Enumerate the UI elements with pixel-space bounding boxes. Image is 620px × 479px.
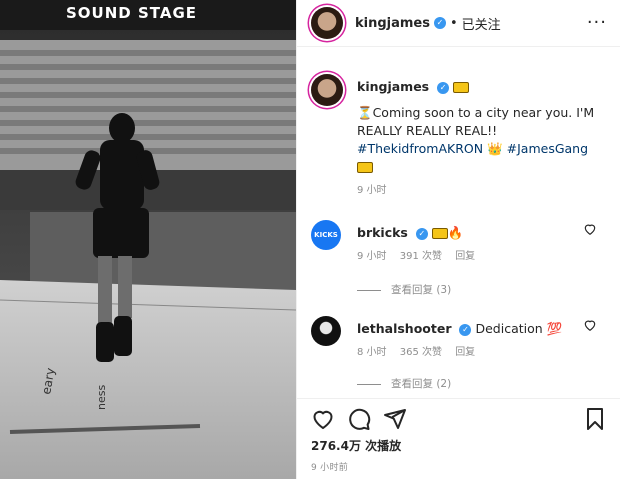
verified-icon: ✓ <box>434 17 446 29</box>
comment-likes[interactable]: 365 次赞 <box>400 347 442 358</box>
author-username[interactable]: kingjames <box>355 16 430 31</box>
caption-body: ⏳Coming soon to a city near you. I'M REA… <box>357 104 597 140</box>
verified-icon: ✓ <box>437 81 450 94</box>
verified-icon: ✓ <box>459 323 472 336</box>
replies-divider <box>357 383 381 385</box>
hashtag-link[interactable]: #JamesGang <box>507 141 588 156</box>
venue-sign-text: SOUND STAGE <box>66 4 197 22</box>
comment-icon[interactable] <box>347 407 371 431</box>
caption-emoji <box>357 158 597 176</box>
caption-text: Coming soon to a city near you. I'M REAL… <box>357 105 595 138</box>
heart-outline-icon[interactable] <box>583 222 597 236</box>
verified-icon: ✓ <box>415 227 428 240</box>
heart-icon[interactable] <box>311 407 335 431</box>
comment-meta: 9 小时 391 次赞 回复 <box>357 248 597 266</box>
commenter-avatar[interactable]: KICKS <box>311 220 341 250</box>
comment-body: brkicks ✓ 🔥 9 小时 391 次赞 回复 <box>357 224 597 266</box>
comment-meta: 8 小时 365 次赞 回复 <box>357 344 597 362</box>
commenter-username[interactable]: brkicks <box>357 225 408 240</box>
replies-divider <box>357 289 381 291</box>
muscle-icon: 💯 <box>546 321 563 336</box>
bookmark-icon[interactable] <box>583 407 607 431</box>
view-replies-label: 查看回复 (2) <box>391 378 452 390</box>
commenter-username[interactable]: lethalshooter <box>357 321 452 336</box>
comment-item: lethalshooter ✓ Dedication 💯 8 小时 365 次赞… <box>311 316 611 386</box>
crown-icon: 👑 <box>487 141 503 156</box>
reply-button[interactable]: 回复 <box>455 347 475 358</box>
view-replies[interactable]: 查看回复 (2) <box>357 376 451 391</box>
caption-time: 9 小时 <box>357 185 387 196</box>
separator-dot: • <box>450 15 458 31</box>
comment-body: lethalshooter ✓ Dedication 💯 8 小时 365 次赞… <box>357 320 597 362</box>
video-frame: ness eary <box>0 0 296 479</box>
follow-status[interactable]: 已关注 <box>462 14 501 33</box>
comment-text: Dedication <box>475 321 543 336</box>
crown-emoji-icon <box>453 82 470 93</box>
post-panel: kingjames ✓ • 已关注 ··· kingjames ✓ ⏳Comin… <box>296 0 620 479</box>
comment-time: 9 小时 <box>357 251 387 262</box>
comment-likes[interactable]: 391 次赞 <box>400 251 442 262</box>
caption-hashtags: #ThekidfromAKRON 👑 #JamesGang <box>357 140 597 158</box>
svg-text:ness: ness <box>95 385 108 410</box>
comment-time: 8 小时 <box>357 347 387 358</box>
views-count[interactable]: 276.4万 次播放 <box>311 437 401 454</box>
reply-button[interactable]: 回复 <box>455 251 475 262</box>
venue-sign: SOUND STAGE <box>66 4 197 22</box>
commenter-avatar[interactable] <box>311 316 341 346</box>
emoji-icon <box>357 162 373 173</box>
more-horizontal-icon[interactable]: ··· <box>587 12 607 33</box>
action-bar <box>297 398 620 439</box>
fire-icon: 🔥 <box>447 225 464 240</box>
heart-outline-icon[interactable] <box>583 318 597 332</box>
author-avatar[interactable] <box>311 7 343 39</box>
share-icon[interactable] <box>383 407 407 431</box>
caption-text-block: kingjames ✓ ⏳Coming soon to a city near … <box>357 78 597 200</box>
post-time: 9 小时前 <box>311 463 349 473</box>
instagram-post: ness eary SOUND STAGE kingjames ✓ • 已关注 … <box>0 0 620 479</box>
post-header: kingjames ✓ • 已关注 ··· <box>297 0 620 47</box>
hourglass-icon: ⏳ <box>357 105 373 120</box>
post-video[interactable]: ness eary SOUND STAGE <box>0 0 296 479</box>
caption-avatar[interactable] <box>311 74 343 106</box>
comment-item: KICKS brkicks ✓ 🔥 9 小时 391 次赞 回复 <box>311 220 611 290</box>
view-replies-label: 查看回复 (3) <box>391 284 452 296</box>
hashtag-link[interactable]: #ThekidfromAKRON <box>357 141 483 156</box>
caption-username[interactable]: kingjames <box>357 79 429 94</box>
view-replies[interactable]: 查看回复 (3) <box>357 282 451 297</box>
author-info: kingjames ✓ • 已关注 <box>355 14 501 33</box>
crown-emoji-icon <box>431 228 448 239</box>
